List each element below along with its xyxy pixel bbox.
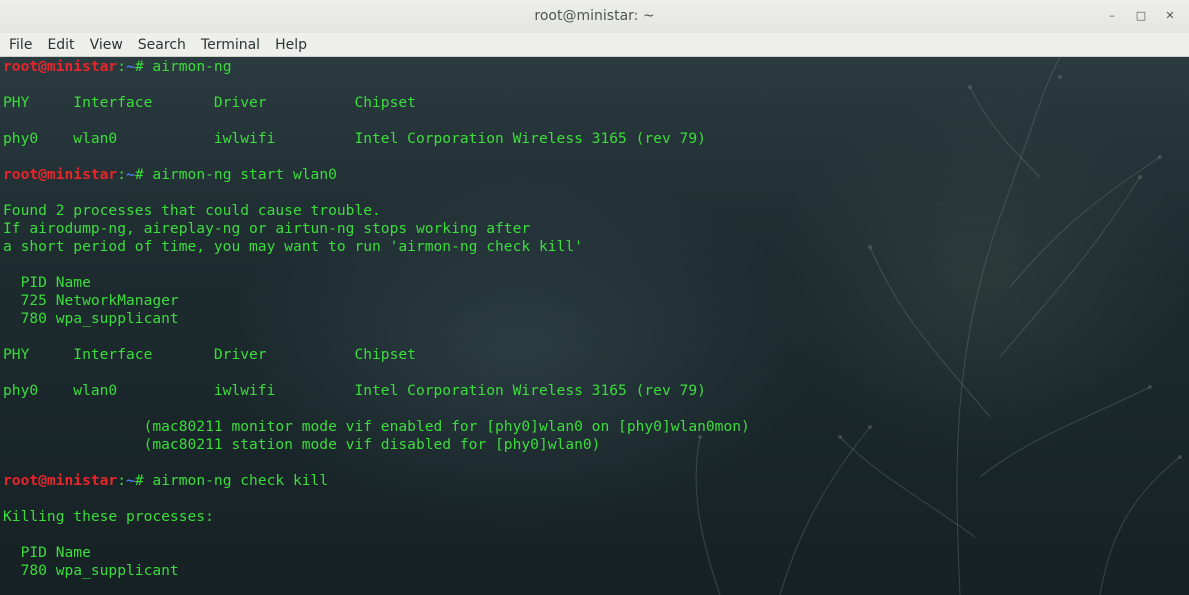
prompt-user-host: root@ministar — [3, 166, 118, 183]
menu-help[interactable]: Help — [267, 33, 314, 55]
output-line: 780 wpa_supplicant — [3, 562, 179, 579]
prompt-symbol: # — [134, 166, 153, 183]
output-line: PID Name — [3, 274, 91, 291]
output-line: (mac80211 station mode vif disabled for … — [3, 436, 601, 453]
terminal-area[interactable]: root@ministar:~# airmon-ng PHY Interface … — [0, 57, 1189, 595]
terminal-window: root@ministar: ~ – □ ✕ File Edit View Searc… — [0, 0, 1189, 595]
prompt-path: ~ — [126, 472, 135, 489]
prompt-line: root@ministar:~# airmon-ng check kill — [3, 472, 750, 490]
menu-edit[interactable]: Edit — [39, 33, 81, 55]
output-line: (mac80211 monitor mode vif enabled for [… — [3, 418, 750, 435]
menu-file[interactable]: File — [0, 33, 39, 55]
prompt-line: root@ministar:~# airmon-ng — [3, 58, 750, 76]
output-line: 725 NetworkManager — [3, 292, 179, 309]
output-line: PHY Interface Driver Chipset — [3, 94, 416, 111]
prompt-separator: : — [117, 166, 127, 183]
output-line: PHY Interface Driver Chipset — [3, 346, 416, 363]
maximize-button[interactable]: □ — [1132, 7, 1150, 25]
output-line: a short period of time, you may want to … — [3, 238, 583, 255]
prompt-separator: : — [117, 472, 127, 489]
window-title: root@ministar: ~ — [534, 8, 655, 24]
output-line: If airodump-ng, aireplay-ng or airtun-ng… — [3, 220, 531, 237]
output-line: Found 2 processes that could cause troub… — [3, 202, 381, 219]
command-text: airmon-ng — [152, 58, 232, 75]
output-line: Killing these processes: — [3, 508, 214, 525]
output-line: PID Name — [3, 544, 91, 561]
prompt-separator: : — [117, 58, 127, 75]
output-line: phy0 wlan0 iwlwifi Intel Corporation Wir… — [3, 382, 706, 399]
menu-bar: File Edit View Search Terminal Help — [0, 33, 1189, 57]
terminal-output: root@ministar:~# airmon-ng PHY Interface … — [3, 58, 750, 580]
command-text: airmon-ng check kill — [152, 472, 329, 489]
output-line: 780 wpa_supplicant — [3, 310, 179, 327]
prompt-symbol: # — [134, 58, 153, 75]
output-line: phy0 wlan0 iwlwifi Intel Corporation Wir… — [3, 130, 706, 147]
prompt-user-host: root@ministar — [3, 472, 118, 489]
prompt-symbol: # — [134, 472, 153, 489]
close-button[interactable]: ✕ — [1161, 7, 1179, 25]
prompt-path: ~ — [126, 58, 135, 75]
title-bar[interactable]: root@ministar: ~ – □ ✕ — [0, 0, 1189, 34]
minimize-button[interactable]: – — [1103, 7, 1121, 25]
prompt-path: ~ — [126, 166, 135, 183]
command-text: airmon-ng start wlan0 — [152, 166, 337, 183]
menu-terminal[interactable]: Terminal — [193, 33, 267, 55]
menu-search[interactable]: Search — [130, 33, 193, 55]
prompt-line: root@ministar:~# airmon-ng start wlan0 — [3, 166, 750, 184]
menu-view[interactable]: View — [82, 33, 130, 55]
prompt-user-host: root@ministar — [3, 58, 118, 75]
